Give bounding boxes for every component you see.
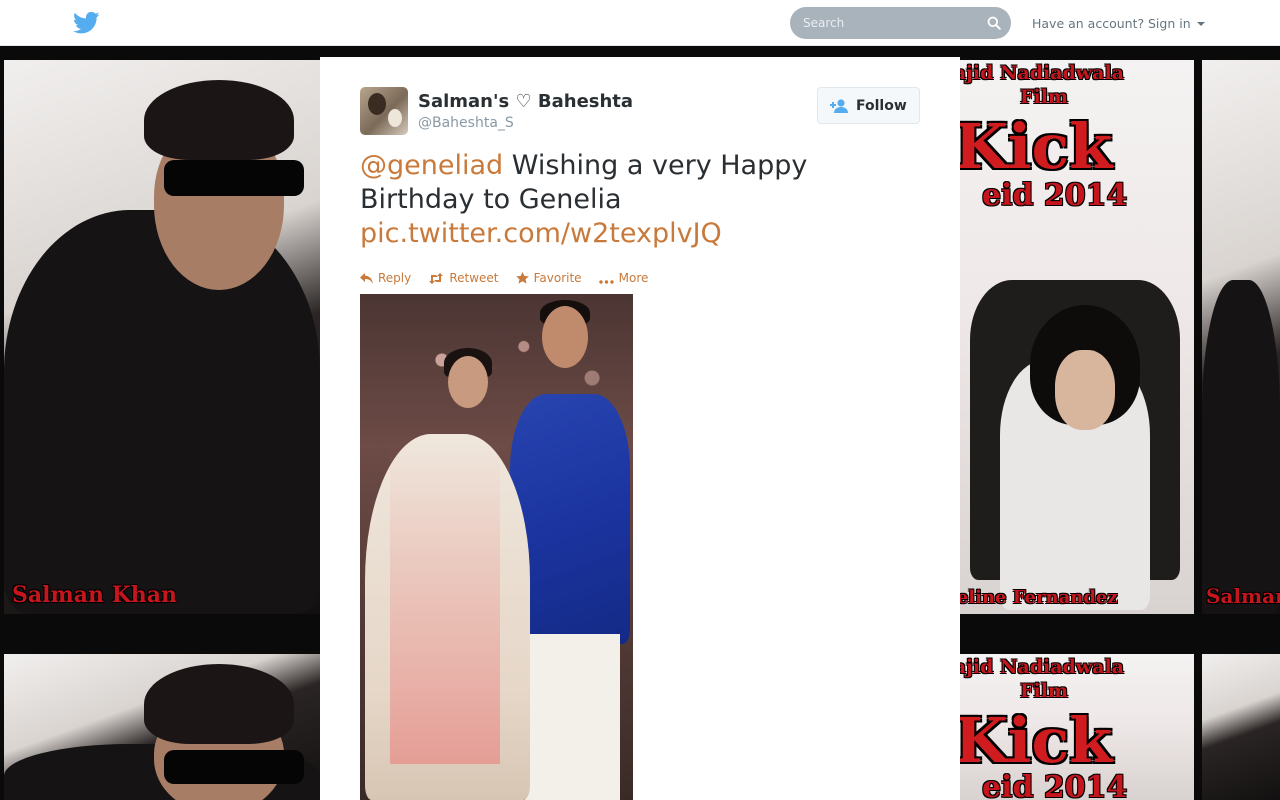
background-tile-salman: [4, 654, 320, 800]
tweet-actions: Reply Retweet Favorite More: [360, 267, 660, 285]
background-tile-salman: [1202, 654, 1280, 800]
more-label: More: [618, 270, 649, 285]
kick-title: Kick: [960, 110, 1113, 183]
magnifier-icon[interactable]: [987, 16, 1001, 30]
favorite-action[interactable]: Favorite: [515, 270, 582, 285]
kick-title: Kick: [960, 704, 1113, 777]
retweet-action[interactable]: Retweet: [428, 270, 499, 285]
tweet-photo[interactable]: [360, 294, 633, 800]
reply-action[interactable]: Reply: [360, 271, 411, 285]
star-icon: [515, 271, 529, 284]
top-navigation-bar: Have an account? Sign in: [0, 0, 1280, 46]
background-tile-salman: Salman Khan: [4, 60, 320, 614]
photo-link[interactable]: pic.twitter.com/w2texplvJQ: [360, 218, 722, 249]
caret-down-icon[interactable]: [1197, 22, 1205, 26]
background-tile-kick: Sajid Nadiadwala Film Kick eid 2014: [960, 654, 1194, 800]
more-dots-icon: [598, 279, 614, 284]
background-tile-kick: Sajid Nadiadwala Film Kick eid 2014 Jacq…: [960, 60, 1194, 614]
tweet-card: Salman's ♡ Baheshta @Baheshta_S Follow @…: [320, 57, 960, 800]
follow-button[interactable]: Follow: [817, 87, 920, 124]
search-box: [790, 7, 1011, 39]
background-caption: Salman Khan: [12, 582, 178, 608]
background-caption: Sajid Nadiadwala: [960, 62, 1124, 84]
twitter-bird-icon[interactable]: [73, 11, 100, 35]
have-account-text: Have an account?: [1032, 16, 1145, 31]
sign-in-link[interactable]: Sign in: [1148, 16, 1191, 31]
favorite-label: Favorite: [533, 270, 582, 285]
background-caption: Film: [1020, 680, 1069, 702]
author-display-name[interactable]: Salman's ♡ Baheshta: [418, 91, 633, 112]
background-caption: Jacqueline Fernandez: [960, 587, 1118, 608]
retweet-icon: [429, 272, 444, 284]
reply-icon: [360, 272, 373, 284]
tweet-text: @geneliad Wishing a very Happy Birthday …: [360, 149, 880, 251]
background-caption: eid 2014: [982, 178, 1128, 213]
search-input[interactable]: [790, 7, 980, 39]
reply-label: Reply: [378, 270, 412, 285]
more-action[interactable]: More: [598, 270, 649, 285]
follow-user-icon: [830, 99, 848, 113]
background-caption: eid 2014: [982, 770, 1128, 800]
background-caption: Film: [1020, 86, 1069, 108]
retweet-label: Retweet: [449, 270, 499, 285]
background-caption: Salman Khan: [1206, 584, 1280, 608]
follow-button-label: Follow: [856, 98, 907, 114]
mention-link[interactable]: @geneliad: [360, 150, 503, 181]
user-avatar[interactable]: [360, 87, 408, 135]
background-caption: Sajid Nadiadwala: [960, 656, 1124, 678]
background-tile-salman: Salman Khan: [1202, 60, 1280, 614]
author-screen-name[interactable]: @Baheshta_S: [418, 115, 514, 131]
